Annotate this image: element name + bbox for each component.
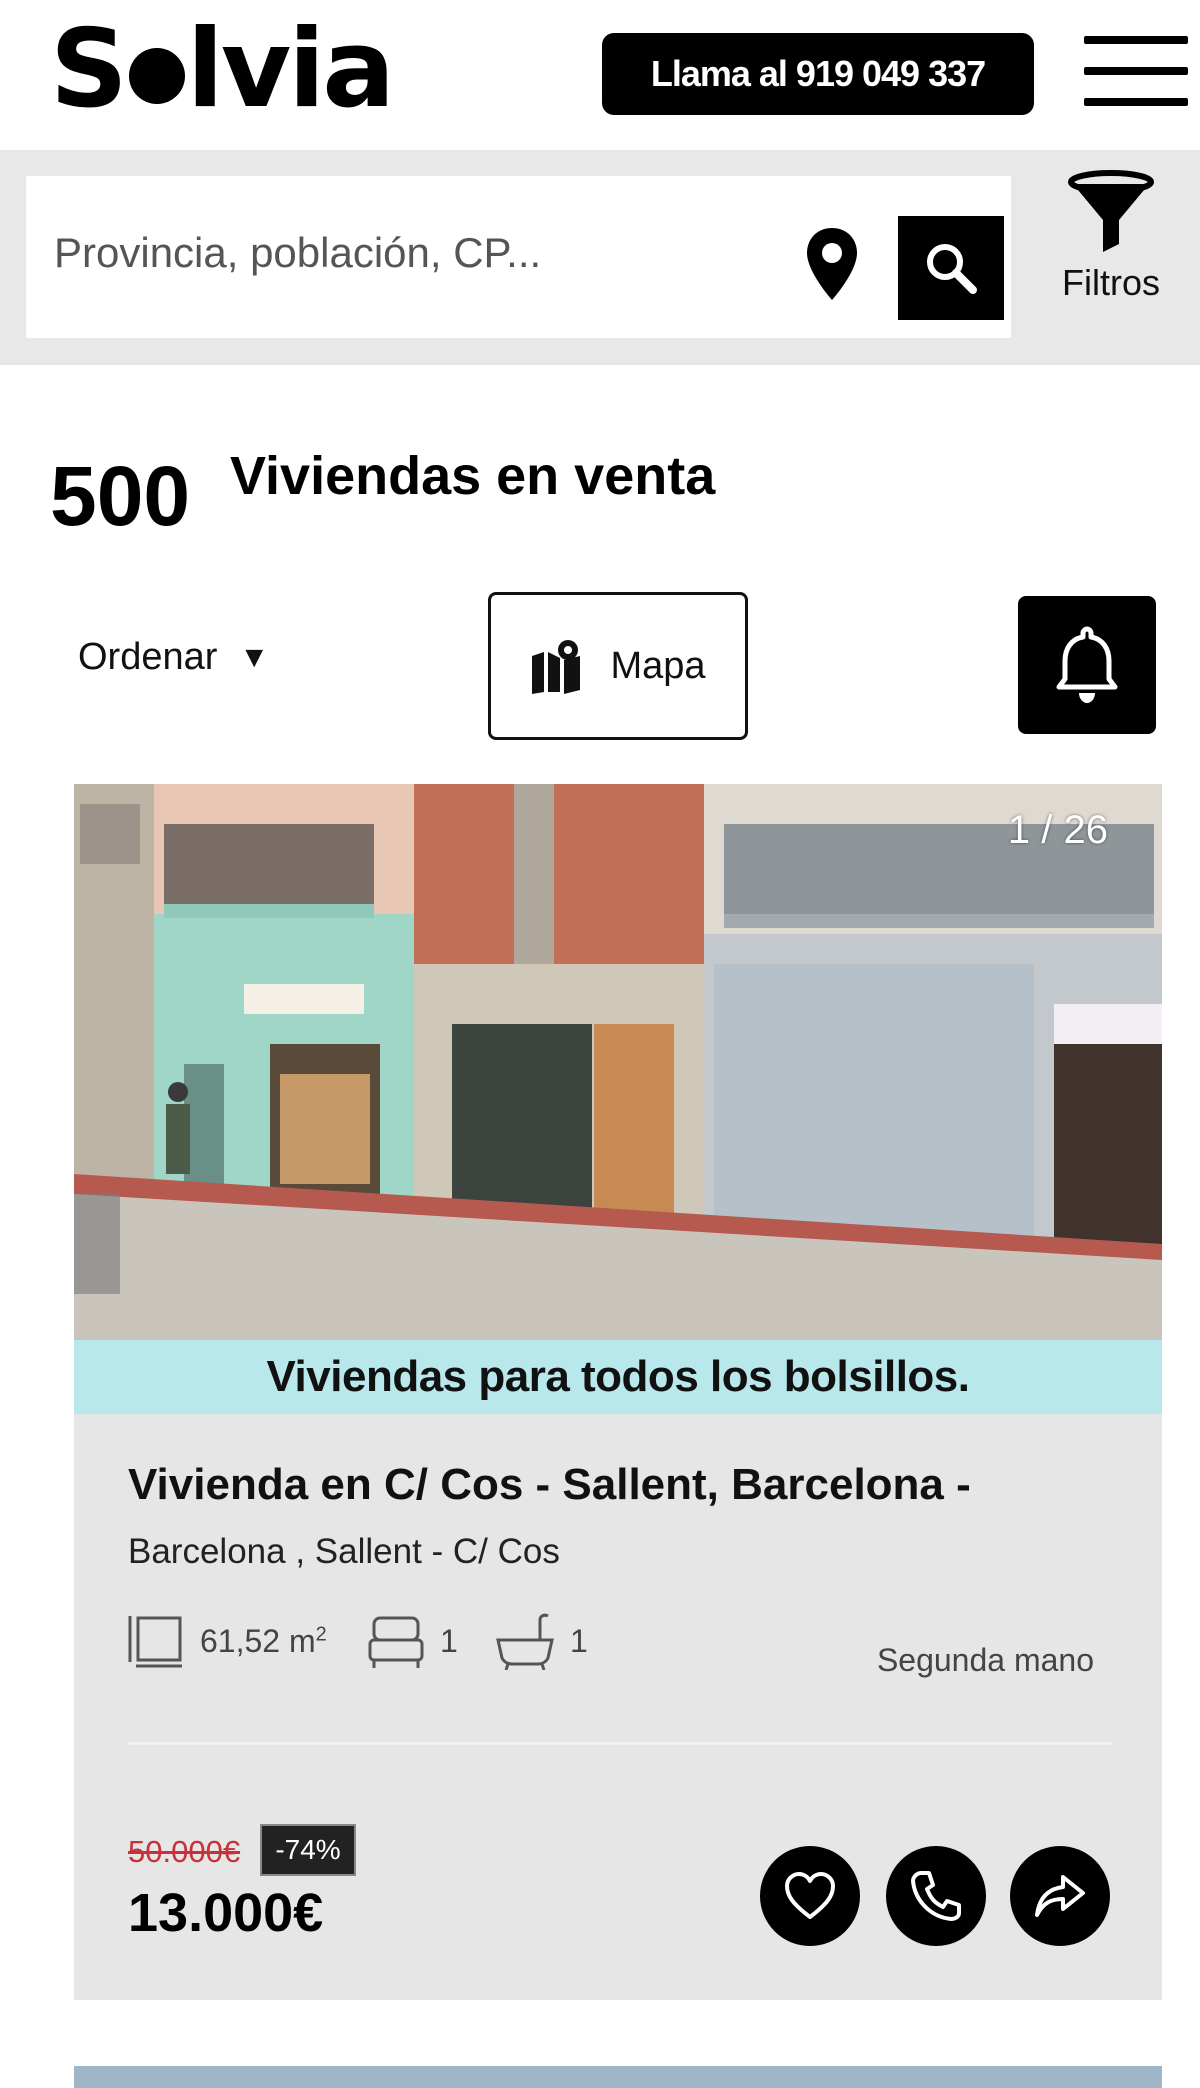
order-dropdown[interactable]: Ordenar ▼	[78, 636, 269, 679]
map-pin-icon	[532, 640, 581, 694]
results-label: Viviendas en venta	[230, 446, 716, 506]
listing-title[interactable]: Vivienda en C/ Cos - Sallent, Barcelona …	[128, 1460, 971, 1510]
solvia-logo[interactable]: Slvia	[50, 7, 395, 132]
call-listing-button[interactable]	[886, 1846, 986, 1946]
results-count: 500	[50, 449, 191, 543]
listing-card[interactable]: 1 / 26 Viviendas para todos los bolsillo…	[74, 784, 1162, 2000]
filters-label: Filtros	[1062, 262, 1160, 303]
header: Slvia Llama al 919 049 337	[0, 0, 1200, 150]
filters-button[interactable]: Filtros	[1036, 170, 1186, 320]
map-button[interactable]: Mapa	[488, 592, 748, 740]
map-label: Mapa	[610, 644, 706, 687]
location-pin-icon[interactable]	[804, 226, 860, 302]
search-input[interactable]	[54, 218, 694, 288]
listing-location: Barcelona , Sallent - C/ Cos	[128, 1532, 560, 1571]
caret-down-icon: ▼	[239, 640, 270, 674]
search-box	[26, 176, 1011, 338]
area-icon	[128, 1616, 182, 1668]
order-label: Ordenar	[78, 636, 218, 678]
old-price: 50.000€	[128, 1834, 241, 1869]
bed-icon	[368, 1616, 424, 1668]
next-listing-card[interactable]	[74, 2066, 1162, 2088]
share-arrow-icon	[1035, 1875, 1085, 1917]
baths-feature: 1	[494, 1612, 588, 1670]
discount-badge: -74%	[260, 1824, 356, 1876]
funnel-icon	[1068, 170, 1154, 252]
logo-letters: lvia	[186, 7, 395, 132]
bathtub-icon	[496, 1613, 554, 1670]
baths-value: 1	[570, 1622, 588, 1659]
heart-icon	[785, 1872, 835, 1919]
logo-dot	[128, 48, 185, 104]
logo-letter-s: S	[50, 7, 128, 132]
image-counter: 1 / 26	[1007, 808, 1108, 852]
rooms-value: 1	[440, 1622, 458, 1659]
search-bar: Filtros	[0, 150, 1200, 365]
alert-button[interactable]	[1018, 596, 1156, 734]
area-feature: 61,52 m2	[126, 1612, 327, 1670]
bell-icon	[1056, 626, 1118, 703]
area-value: 61,52 m	[200, 1622, 316, 1659]
promo-banner: Viviendas para todos los bolsillos.	[74, 1340, 1162, 1414]
call-button[interactable]: Llama al 919 049 337	[602, 33, 1034, 115]
condition-label: Segunda mano	[876, 1642, 1094, 1678]
price: 13.000€	[128, 1883, 324, 1943]
search-button[interactable]	[898, 216, 1004, 320]
listing-photo[interactable]: 1 / 26	[74, 784, 1162, 1340]
search-icon	[927, 244, 977, 294]
favorite-button[interactable]	[760, 1846, 860, 1946]
phone-icon	[911, 1871, 961, 1921]
hamburger-icon[interactable]	[1084, 30, 1188, 112]
card-divider	[128, 1742, 1112, 1745]
rooms-feature: 1	[366, 1612, 458, 1670]
area-unit-sup: 2	[315, 1622, 327, 1645]
share-button[interactable]	[1010, 1846, 1110, 1946]
